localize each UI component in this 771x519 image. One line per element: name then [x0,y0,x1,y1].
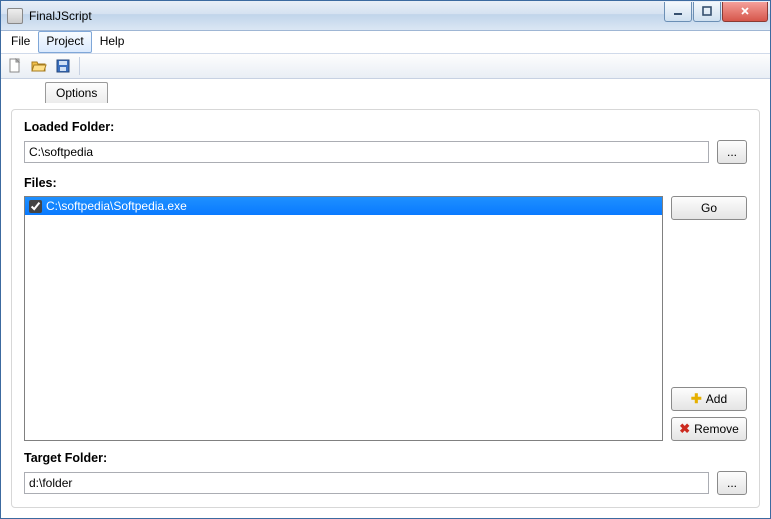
maximize-button[interactable] [693,2,721,22]
plus-icon: ✚ [691,391,702,407]
window-title: FinalJScript [29,9,92,23]
list-item-checkbox[interactable] [29,200,42,213]
x-icon: ✖ [679,421,690,437]
loaded-folder-label: Loaded Folder: [24,120,747,134]
list-item[interactable]: C:\softpedia\Softpedia.exe [25,197,662,215]
options-panel: Loaded Folder: ... Files: C:\softpedia\S… [11,109,760,508]
browse-target-folder-button[interactable]: ... [717,471,747,495]
add-button[interactable]: ✚ Add [671,387,747,411]
remove-button-label: Remove [694,422,739,436]
app-window: FinalJScript File Project Help [0,0,771,519]
app-icon [7,8,23,24]
go-button[interactable]: Go [671,196,747,220]
add-button-label: Add [706,392,727,406]
tab-options[interactable]: Options [45,82,108,103]
target-folder-label: Target Folder: [24,451,747,465]
menu-project[interactable]: Project [38,31,91,53]
toolbar-separator [79,57,80,75]
open-folder-button[interactable] [29,56,49,76]
menu-file[interactable]: File [3,31,38,53]
new-file-button[interactable] [5,56,25,76]
files-label: Files: [24,176,747,190]
window-controls [663,2,768,22]
menu-help[interactable]: Help [92,31,133,53]
files-listbox[interactable]: C:\softpedia\Softpedia.exe [24,196,663,441]
minimize-button[interactable] [664,2,692,22]
target-folder-input[interactable] [24,472,709,494]
save-button[interactable] [53,56,73,76]
content-area: Loaded Folder: ... Files: C:\softpedia\S… [1,103,770,518]
menu-bar: File Project Help [1,31,770,53]
list-item-path: C:\softpedia\Softpedia.exe [46,199,187,213]
close-button[interactable] [722,2,768,22]
loaded-folder-input[interactable] [24,141,709,163]
browse-loaded-folder-button[interactable]: ... [717,140,747,164]
tab-strip: Options [1,79,770,103]
title-bar[interactable]: FinalJScript [1,1,770,31]
toolbar [1,53,770,79]
remove-button[interactable]: ✖ Remove [671,417,747,441]
